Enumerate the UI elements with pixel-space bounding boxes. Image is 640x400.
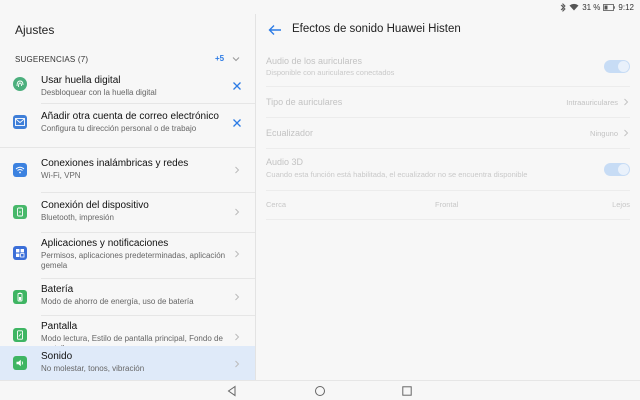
row-title: Tipo de auriculares xyxy=(266,97,343,107)
status-bar: 31 % 9:12 xyxy=(0,0,640,14)
chevron-right-icon xyxy=(624,129,629,137)
slider-label-far: Lejos xyxy=(612,200,630,209)
slider-label-near: Cerca xyxy=(266,200,287,209)
nav-back-icon[interactable] xyxy=(226,385,238,397)
divider xyxy=(266,219,630,220)
wifi-icon xyxy=(13,163,27,177)
nav-recents-icon[interactable] xyxy=(401,385,413,397)
clock: 9:12 xyxy=(618,2,634,12)
item-title: Añadir otra cuenta de correo electrónico xyxy=(41,111,219,122)
row-title: Ecualizador xyxy=(266,128,314,138)
sidebar-item-apps[interactable]: Aplicaciones y notificaciones Permisos, … xyxy=(0,233,255,278)
dismiss-icon[interactable] xyxy=(232,81,242,91)
settings-list-pane: Ajustes SUGERENCIAS (7) +5 Usar huella d… xyxy=(0,14,256,380)
item-title: Sonido xyxy=(41,351,73,362)
slider-label-front: Frontal xyxy=(435,200,459,209)
battery-percent: 31 % xyxy=(582,2,601,12)
dismiss-icon[interactable] xyxy=(232,118,242,128)
divider xyxy=(266,190,630,191)
row-title: Audio 3D xyxy=(266,157,304,167)
page-title: Ajustes xyxy=(15,23,55,37)
row-title: Audio de los auriculares xyxy=(266,56,363,66)
display-icon xyxy=(13,328,27,342)
status-icons: 31 % 9:12 xyxy=(560,1,634,13)
sound-icon xyxy=(13,356,27,370)
headphone-type-row[interactable]: Tipo de auriculares Intraauriculares xyxy=(266,90,630,114)
item-subtitle: Bluetooth, impresión xyxy=(41,213,114,222)
apps-icon xyxy=(13,246,27,260)
item-subtitle: Wi-Fi, VPN xyxy=(41,171,81,180)
sound-effects-pane: Efectos de sonido Huawei Histen Audio de… xyxy=(257,14,640,380)
chevron-right-icon xyxy=(235,360,240,368)
item-title: Aplicaciones y notificaciones xyxy=(41,238,169,249)
section-divider xyxy=(0,147,255,148)
item-title: Conexión del dispositivo xyxy=(41,200,149,211)
item-subtitle: No molestar, tonos, vibración xyxy=(41,364,145,373)
sidebar-item-device-connection[interactable]: Conexión del dispositivo Bluetooth, impr… xyxy=(0,193,255,231)
chevron-right-icon xyxy=(624,98,629,106)
item-title: Conexiones inalámbricas y redes xyxy=(41,158,189,169)
chevron-right-icon xyxy=(235,250,240,258)
row-subtitle: Disponible con auriculares conectados xyxy=(266,68,395,77)
audio-3d-toggle[interactable] xyxy=(604,163,630,176)
wifi-status-icon xyxy=(569,3,579,11)
bluetooth-icon xyxy=(560,2,566,12)
suggestions-label: SUGERENCIAS (7) xyxy=(15,55,89,64)
suggestion-fingerprint[interactable]: Usar huella digital Desbloquear con la h… xyxy=(0,70,255,102)
nav-home-icon[interactable] xyxy=(314,385,326,397)
chevron-right-icon xyxy=(235,293,240,301)
row-subtitle: Cuando esta función está habilitada, el … xyxy=(266,170,528,179)
divider xyxy=(41,103,255,104)
mail-icon xyxy=(13,115,27,129)
chevron-right-icon xyxy=(235,333,240,341)
headphone-audio-row[interactable]: Audio de los auriculares Disponible con … xyxy=(266,54,630,82)
sidebar-item-sound[interactable]: Sonido No molestar, tonos, vibración xyxy=(0,346,255,380)
headphone-audio-toggle[interactable] xyxy=(604,60,630,73)
row-value: Intraauriculares xyxy=(566,98,618,107)
suggestions-more-count: +5 xyxy=(215,54,225,63)
chevron-down-icon xyxy=(232,57,240,62)
suggestion-add-email[interactable]: Añadir otra cuenta de correo electrónico… xyxy=(0,106,255,142)
sound-position-slider[interactable]: Cerca Frontal Lejos xyxy=(266,200,630,212)
divider xyxy=(266,148,630,149)
item-subtitle: Configura tu dirección personal o de tra… xyxy=(41,124,197,133)
item-subtitle: Desbloquear con la huella digital xyxy=(41,88,157,97)
item-title: Batería xyxy=(41,284,74,295)
battery-status-icon xyxy=(603,3,616,11)
divider xyxy=(266,117,630,118)
battery-icon xyxy=(13,290,27,304)
chevron-right-icon xyxy=(235,208,240,216)
suggestions-header[interactable]: SUGERENCIAS (7) +5 xyxy=(0,52,255,68)
row-value: Ninguno xyxy=(590,129,618,138)
item-title: Pantalla xyxy=(41,321,78,332)
sidebar-item-battery[interactable]: Batería Modo de ahorro de energía, uso d… xyxy=(0,279,255,315)
audio-3d-row[interactable]: Audio 3D Cuando esta función está habili… xyxy=(266,155,630,185)
device-connection-icon xyxy=(13,205,27,219)
equalizer-row[interactable]: Ecualizador Ninguno xyxy=(266,121,630,145)
divider xyxy=(266,86,630,87)
fingerprint-icon xyxy=(13,77,27,91)
navigation-bar xyxy=(0,380,640,400)
item-subtitle: Permisos, aplicaciones predeterminadas, … xyxy=(41,251,226,270)
item-subtitle: Modo de ahorro de energía, uso de baterí… xyxy=(41,297,194,306)
chevron-right-icon xyxy=(235,166,240,174)
item-title: Usar huella digital xyxy=(41,75,121,86)
sidebar-item-wireless[interactable]: Conexiones inalámbricas y redes Wi-Fi, V… xyxy=(0,151,255,191)
back-arrow-icon[interactable] xyxy=(268,24,282,36)
detail-title: Efectos de sonido Huawei Histen xyxy=(292,23,461,35)
